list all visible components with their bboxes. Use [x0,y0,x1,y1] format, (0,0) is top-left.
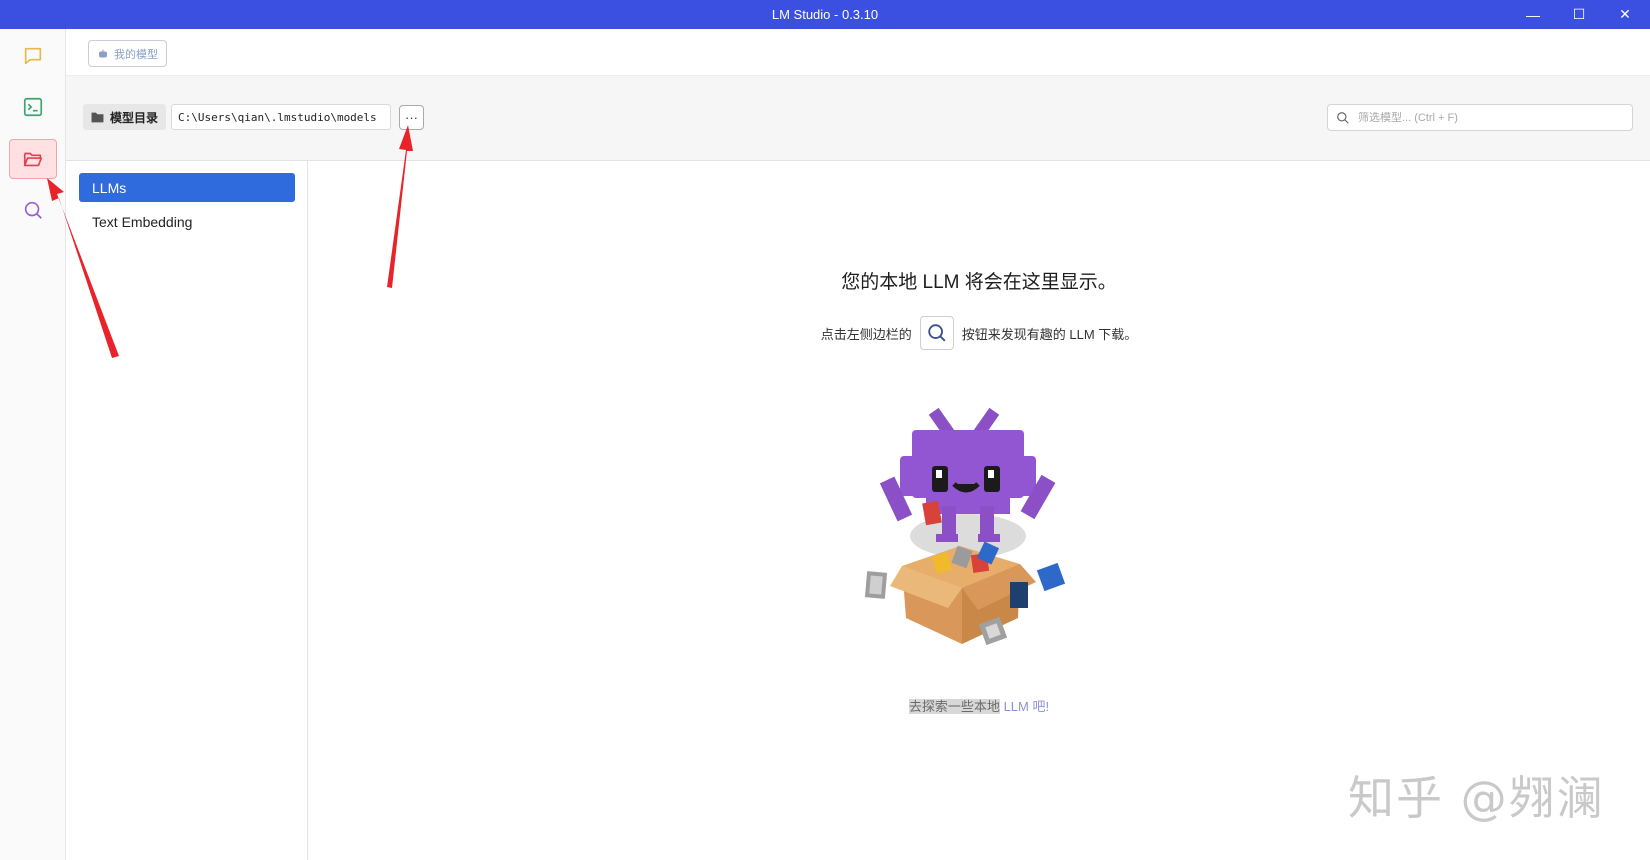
filter-models-box[interactable] [1327,104,1633,131]
my-models-button-label: 我的模型 [114,48,158,61]
rail-developer-button[interactable] [9,87,57,127]
chat-icon [24,47,42,65]
model-category-sidebar: LLMs Text Embedding [66,161,308,860]
top-header: 我的模型 [66,29,1650,76]
models-directory-label-text: 模型目录 [110,110,159,125]
empty-state-subtitle: 点击左侧边栏的 按钮来发现有趣的 LLM 下载。 [308,316,1650,350]
window-title: LM Studio - 0.3.10 [771,7,879,22]
category-text-embedding[interactable]: Text Embedding [79,207,295,236]
explore-highlight-text: 去探索一些本地 [908,699,1000,714]
models-directory-path[interactable]: C:\Users\qian\.lmstudio\models [171,104,391,130]
minimize-button[interactable]: — [1510,0,1556,29]
close-button[interactable]: ✕ [1602,0,1648,29]
mascot-illustration [864,407,1066,646]
explore-llm-link[interactable]: LLM 吧! [1004,699,1050,714]
category-llms[interactable]: LLMs [79,173,295,202]
discover-search-icon [919,316,954,350]
empty-state-sub-before: 点击左侧边栏的 [820,326,912,342]
rail-discover-button[interactable] [9,190,57,230]
folder-open-icon [23,152,43,167]
models-main-panel: 您的本地 LLM 将会在这里显示。 点击左侧边栏的 按钮来发现有趣的 LLM 下… [308,161,1650,860]
search-icon [24,201,42,219]
rail-my-models-button[interactable] [9,139,57,179]
maximize-button[interactable]: ☐ [1556,0,1602,29]
watermark: 知乎 @翙澜 [1348,771,1605,825]
search-icon [1337,111,1349,124]
title-bar: LM Studio - 0.3.10 — ☐ ✕ [0,0,1650,29]
my-models-button[interactable]: 我的模型 [88,40,167,67]
robot-icon [99,49,107,57]
models-directory-label: 模型目录 [83,104,167,130]
filter-models-input[interactable] [1358,111,1618,124]
empty-state-sub-after: 按钮来发现有趣的 LLM 下载。 [961,326,1138,342]
terminal-icon [23,97,43,117]
explore-llm-text: 去探索一些本地 LLM 吧! [308,696,1650,715]
left-rail [0,29,66,860]
change-directory-button[interactable]: ··· [399,105,424,130]
models-toolbar: 模型目录 C:\Users\qian\.lmstudio\models ··· [66,76,1650,161]
folder-icon [91,112,104,123]
empty-state-title: 您的本地 LLM 将会在这里显示。 [841,272,1117,293]
rail-chat-button[interactable] [9,36,57,76]
